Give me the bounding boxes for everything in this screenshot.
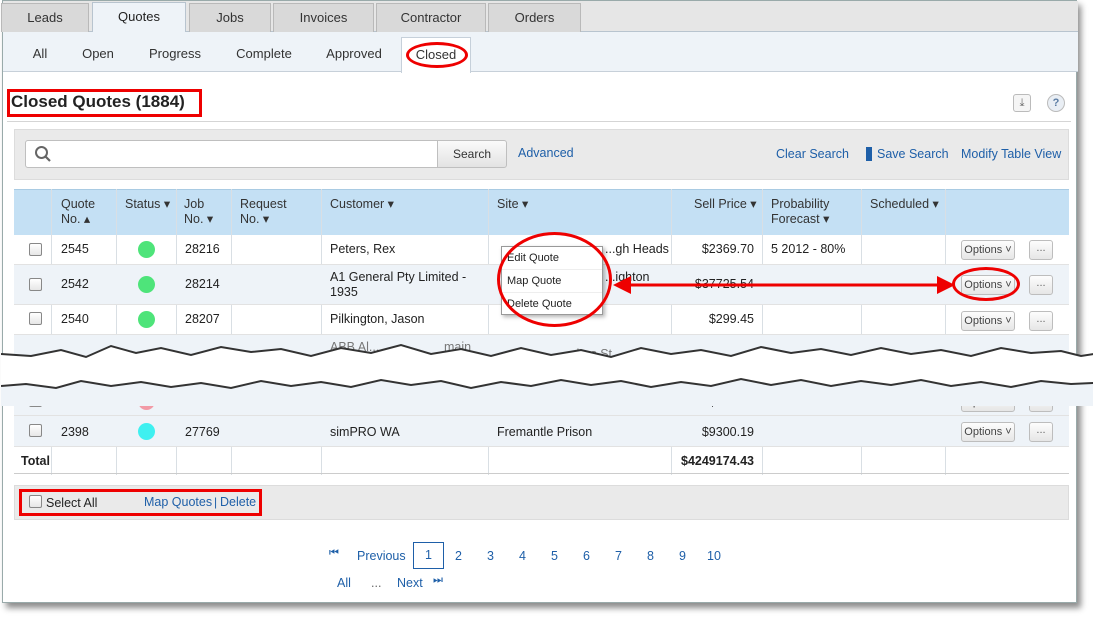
modify-table-view-link[interactable]: Modify Table View [961,147,1061,161]
total-label: Total [21,454,50,468]
search-bar: Search Advanced Clear Search Save Search… [14,129,1069,180]
quote-no: 2545 [61,242,89,256]
tab-contractor[interactable]: Contractor [376,3,486,32]
customer: Pilkington, Jason [330,312,425,326]
status-dot [138,311,155,328]
save-search-link[interactable]: Save Search [877,147,949,161]
more-button[interactable]: ... [1029,311,1053,331]
double-arrow [613,276,955,294]
job-no: 28207 [185,312,220,326]
col-request-no[interactable]: Request No. ▾ [240,197,287,227]
app-window: Leads Quotes Jobs Invoices Contractor Or… [1,0,1093,603]
page-9[interactable]: 9 [679,549,686,563]
subtab-progress[interactable]: Progress [143,32,207,72]
search-button[interactable]: Search [437,140,507,168]
subtab-open[interactable]: Open [73,32,123,72]
next-link[interactable]: Next [397,576,423,590]
sell-price: $2369.70 [701,242,754,256]
clear-search-link[interactable]: Clear Search [776,147,849,161]
quote-no: 2398 [61,425,89,439]
col-status[interactable]: Status ▾ [125,197,170,212]
page-7[interactable]: 7 [615,549,622,563]
download-icon[interactable]: ⤓ [1013,94,1031,112]
title-highlight [7,89,202,117]
page-10[interactable]: 10 [707,549,721,563]
status-dot [138,276,155,293]
options-button[interactable]: Options ˅ [961,311,1015,331]
more-button[interactable]: ... [1029,275,1053,295]
tab-invoices[interactable]: Invoices [273,3,374,32]
status-dot [138,241,155,258]
pagination-ellipsis: ... [371,576,382,590]
options-button[interactable]: Options ˅ [961,240,1015,260]
menu-highlight [497,232,612,327]
quote-no: 2542 [61,277,89,291]
page-3[interactable]: 3 [487,549,494,563]
bookmark-icon [866,147,872,161]
sub-tab-bar: All Open Progress Complete Approved Clos… [3,32,1078,73]
search-icon [35,146,51,162]
row-checkbox[interactable] [29,278,42,291]
all-pages-link[interactable]: All [337,576,351,590]
page-5[interactable]: 5 [551,549,558,563]
job-no: 28216 [185,242,220,256]
page-1[interactable]: 1 [413,542,444,569]
col-scheduled[interactable]: Scheduled ▾ [870,197,939,212]
job-no: 28214 [185,277,220,291]
col-sell-price[interactable]: Sell Price ▾ [694,197,757,212]
title-divider [7,121,1071,122]
options-highlight [952,267,1020,301]
previous-link[interactable]: Previous [357,549,406,563]
page-4[interactable]: 4 [519,549,526,563]
status-dot [138,423,155,440]
site: Fremantle Prison [497,425,593,439]
tab-leads[interactable]: Leads [1,3,89,32]
row-checkbox[interactable] [29,424,42,437]
more-button[interactable]: ... [1029,240,1053,260]
quote-no: 2540 [61,312,89,326]
subtab-all[interactable]: All [25,32,55,72]
tab-orders[interactable]: Orders [488,3,581,32]
row-checkbox[interactable] [29,312,42,325]
sell-price: $9300.19 [701,425,754,439]
tab-jobs[interactable]: Jobs [189,3,271,32]
first-page-icon[interactable]: ⏮ [329,547,339,560]
total-row: Total $4249174.43 [14,447,1069,474]
col-quote-no[interactable]: Quote No. ▴ [61,197,95,227]
torn-edge [1,343,1093,406]
search-input[interactable] [25,140,438,168]
customer: simPRO WA [330,425,400,439]
page-2[interactable]: 2 [455,549,462,563]
main-tab-bar: Leads Quotes Jobs Invoices Contractor Or… [1,1,1078,33]
closed-tab-highlight [406,42,468,68]
bulk-action-highlight [19,489,262,516]
sell-price: $299.45 [708,312,754,326]
tab-quotes[interactable]: Quotes [92,2,186,33]
page-6[interactable]: 6 [583,549,590,563]
subtab-complete[interactable]: Complete [229,32,299,72]
col-customer[interactable]: Customer ▾ [330,197,394,212]
help-icon[interactable]: ? [1047,94,1065,112]
total-value: $4249174.43 [681,454,754,468]
job-no: 27769 [185,425,220,439]
row-checkbox[interactable] [29,243,42,256]
customer: A1 General Pty Limited - [330,270,467,284]
probability-forecast: 5 2012 - 80% [771,242,846,256]
customer: Peters, Rex [330,242,396,256]
customer-line2: 1935 [330,285,358,299]
col-probability-forecast[interactable]: Probability Forecast ▾ [771,197,829,227]
subtab-approved[interactable]: Approved [321,32,387,72]
page-8[interactable]: 8 [647,549,654,563]
page: { "main_tabs": ["Leads", "Quotes", "Jobs… [0,0,1093,619]
last-page-icon[interactable]: ⏭ [433,574,443,587]
table-header: Quote No. ▴ Status ▾ Job No. ▾ Request No. … [14,189,1069,235]
site: ...gh Heads [605,242,669,256]
options-button[interactable]: Options ˅ [961,422,1015,442]
more-button[interactable]: ... [1029,422,1053,442]
advanced-search-link[interactable]: Advanced [518,146,574,160]
table-row[interactable]: 2398 27769 simPRO WA Fremantle Prison $9… [14,416,1069,447]
col-site[interactable]: Site ▾ [497,197,528,212]
col-job-no[interactable]: Job No. ▾ [184,197,213,227]
